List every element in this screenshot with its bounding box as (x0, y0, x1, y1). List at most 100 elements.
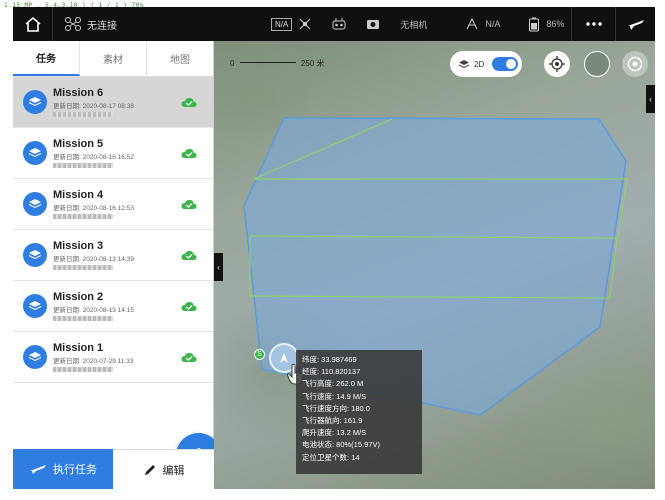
mission-title: Mission 3 (53, 240, 104, 252)
mission-date: 更新日期: 2020-08-16 12:53 (53, 205, 134, 212)
top-toolbar: 无连接 N/A 无相机 N/A 86% (13, 7, 655, 41)
collapse-sidebar-handle[interactable]: ‹ (214, 253, 223, 281)
edit-label: 编辑 (162, 464, 185, 477)
chevron-left-icon: ‹ (217, 262, 220, 272)
mission-date: 更新日期: 2020-08-17 08:38 (53, 103, 134, 110)
scale-line (239, 62, 296, 64)
mission-layers-icon (23, 294, 47, 318)
camera-indicator: 无相机 (366, 18, 427, 31)
mission-text: Mission 1 更新日期: 2020-07-29 11:33 (53, 342, 133, 372)
telemetry-battery: 电池状态: 80%(15.97V) (302, 440, 380, 450)
mission-location-redacted (53, 265, 113, 270)
pencil-icon (144, 464, 155, 475)
mission-list-item[interactable]: Mission 4 更新日期: 2020-08-16 12:53 (13, 179, 213, 230)
more-dots-icon (585, 22, 602, 26)
mission-list-item[interactable]: Mission 2 更新日期: 2020-08-13 14:15 (13, 281, 213, 332)
mission-date: 更新日期: 2020-07-29 11:33 (53, 358, 134, 365)
scale-zero: 0 (230, 59, 235, 68)
cloud-synced-icon (181, 350, 197, 368)
cloud-synced-icon (181, 299, 197, 317)
target-button[interactable] (622, 51, 648, 77)
signal-icon (466, 17, 478, 30)
telemetry-satellites: 定位卫星个数: 14 (302, 452, 360, 462)
app-window: 1.15 MP , 5,4,3,10 ) ( 1 / 1 ) 70% 无连接 N… (0, 0, 665, 500)
mission-layers-icon (23, 345, 47, 369)
map-view[interactable]: 0 250 米 2D ‹ ‹ S 纬度: 33.987469 经度: 110.8… (214, 41, 655, 489)
telemetry-altitude: 飞行高度: 262.0 M (302, 379, 364, 389)
map-scale-bar: 0 250 米 (230, 58, 325, 69)
mode-indicator: N/A (271, 17, 312, 31)
battery-value: 86% (546, 19, 565, 29)
telemetry-speed-direction: 飞行速度方向: 180.0 (302, 403, 370, 413)
mission-title: Mission 4 (53, 189, 104, 201)
tab-map[interactable]: 地图 (147, 41, 213, 76)
camera-icon (367, 20, 380, 29)
mission-title: Mission 1 (53, 342, 104, 354)
flight-area-overlay (243, 117, 628, 416)
na-box: N/A (271, 17, 293, 31)
cloud-synced-icon (181, 197, 197, 215)
mission-text: Mission 5 更新日期: 2020-08-16 16:52 (53, 138, 134, 168)
home-icon (24, 16, 41, 32)
execute-mission-button[interactable]: 执行任务 (13, 449, 113, 489)
mission-text: Mission 3 更新日期: 2020-08-13 14:39 (53, 240, 134, 270)
signal-indicator: N/A (465, 17, 500, 31)
mission-text: Mission 4 更新日期: 2020-08-16 12:53 (53, 189, 134, 219)
edit-button[interactable]: 编辑 (113, 449, 214, 489)
start-waypoint-marker[interactable]: S (254, 349, 265, 360)
mission-layers-icon (23, 141, 47, 165)
mission-date: 更新日期: 2020-08-13 14:15 (53, 307, 134, 314)
more-button[interactable] (571, 7, 615, 41)
view-mode-toggle[interactable]: 2D (450, 51, 522, 77)
sidebar-actions: 执行任务 编辑 (13, 449, 214, 489)
view-mode-switch[interactable] (492, 57, 519, 71)
mission-list-item[interactable]: Mission 3 更新日期: 2020-08-13 14:39 (13, 230, 213, 281)
fly-button[interactable] (615, 7, 655, 41)
battery-icon (529, 17, 540, 31)
telemetry-heading: 飞行器航向: 161.9 (302, 416, 363, 426)
mission-layers-icon (23, 243, 47, 267)
mission-list: Mission 6 更新日期: 2020-08-17 08:38 Mission 5… (13, 77, 213, 383)
mission-list-item[interactable]: Mission 1 更新日期: 2020-07-29 11:33 (13, 332, 213, 383)
battery-indicator: 86% (528, 17, 564, 32)
camera-status: 无相机 (400, 19, 428, 30)
mission-title: Mission 6 (53, 87, 104, 99)
cloud-synced-icon (181, 248, 197, 266)
remote-controller-indicator (332, 17, 346, 31)
connection-label: 无连接 (87, 20, 117, 32)
telemetry-speed: 飞行速度: 14.9 M/S (302, 391, 367, 401)
locate-button[interactable] (544, 51, 570, 77)
signal-value: N/A (485, 19, 501, 29)
mission-date: 更新日期: 2020-08-16 16:52 (53, 154, 134, 161)
execute-mission-label: 执行任务 (53, 464, 97, 476)
connection-status: 无连接 (65, 17, 205, 32)
chevron-left-icon: ‹ (649, 94, 652, 104)
drone-icon (65, 17, 81, 31)
mission-title: Mission 5 (53, 138, 104, 150)
mission-location-redacted (53, 112, 113, 117)
satellite-off-icon (299, 18, 311, 30)
cloud-synced-icon (181, 146, 197, 164)
mission-location-redacted (53, 316, 113, 321)
map-type-thumbnail[interactable] (584, 51, 610, 77)
target-icon (627, 56, 643, 72)
expand-right-panel-handle[interactable]: ‹ (646, 85, 655, 113)
remote-controller-icon (332, 18, 346, 30)
tab-materials[interactable]: 素材 (80, 41, 147, 76)
mission-list-item[interactable]: Mission 5 更新日期: 2020-08-16 16:52 (13, 128, 213, 179)
view-mode-label: 2D (474, 59, 485, 69)
tab-missions[interactable]: 任务 (13, 41, 80, 76)
mission-layers-icon (23, 90, 47, 114)
mission-date: 更新日期: 2020-08-13 14:39 (53, 256, 134, 263)
home-button[interactable] (13, 7, 53, 41)
cloud-synced-icon (181, 95, 197, 113)
mission-text: Mission 6 更新日期: 2020-08-17 08:38 (53, 87, 134, 117)
telemetry-panel: 纬度: 33.987469 经度: 110.820137 飞行高度: 262.0… (296, 350, 422, 474)
mission-location-redacted (53, 214, 113, 219)
mission-title: Mission 2 (53, 291, 104, 303)
waypoint-label: S (257, 351, 262, 358)
mission-list-item[interactable]: Mission 6 更新日期: 2020-08-17 08:38 (13, 77, 213, 128)
crosshair-icon (549, 56, 565, 72)
mission-location-redacted (53, 367, 113, 372)
mission-sidebar: 任务 素材 地图 Mission 6 更新日期: 2020-08-17 08:38… (13, 41, 221, 489)
